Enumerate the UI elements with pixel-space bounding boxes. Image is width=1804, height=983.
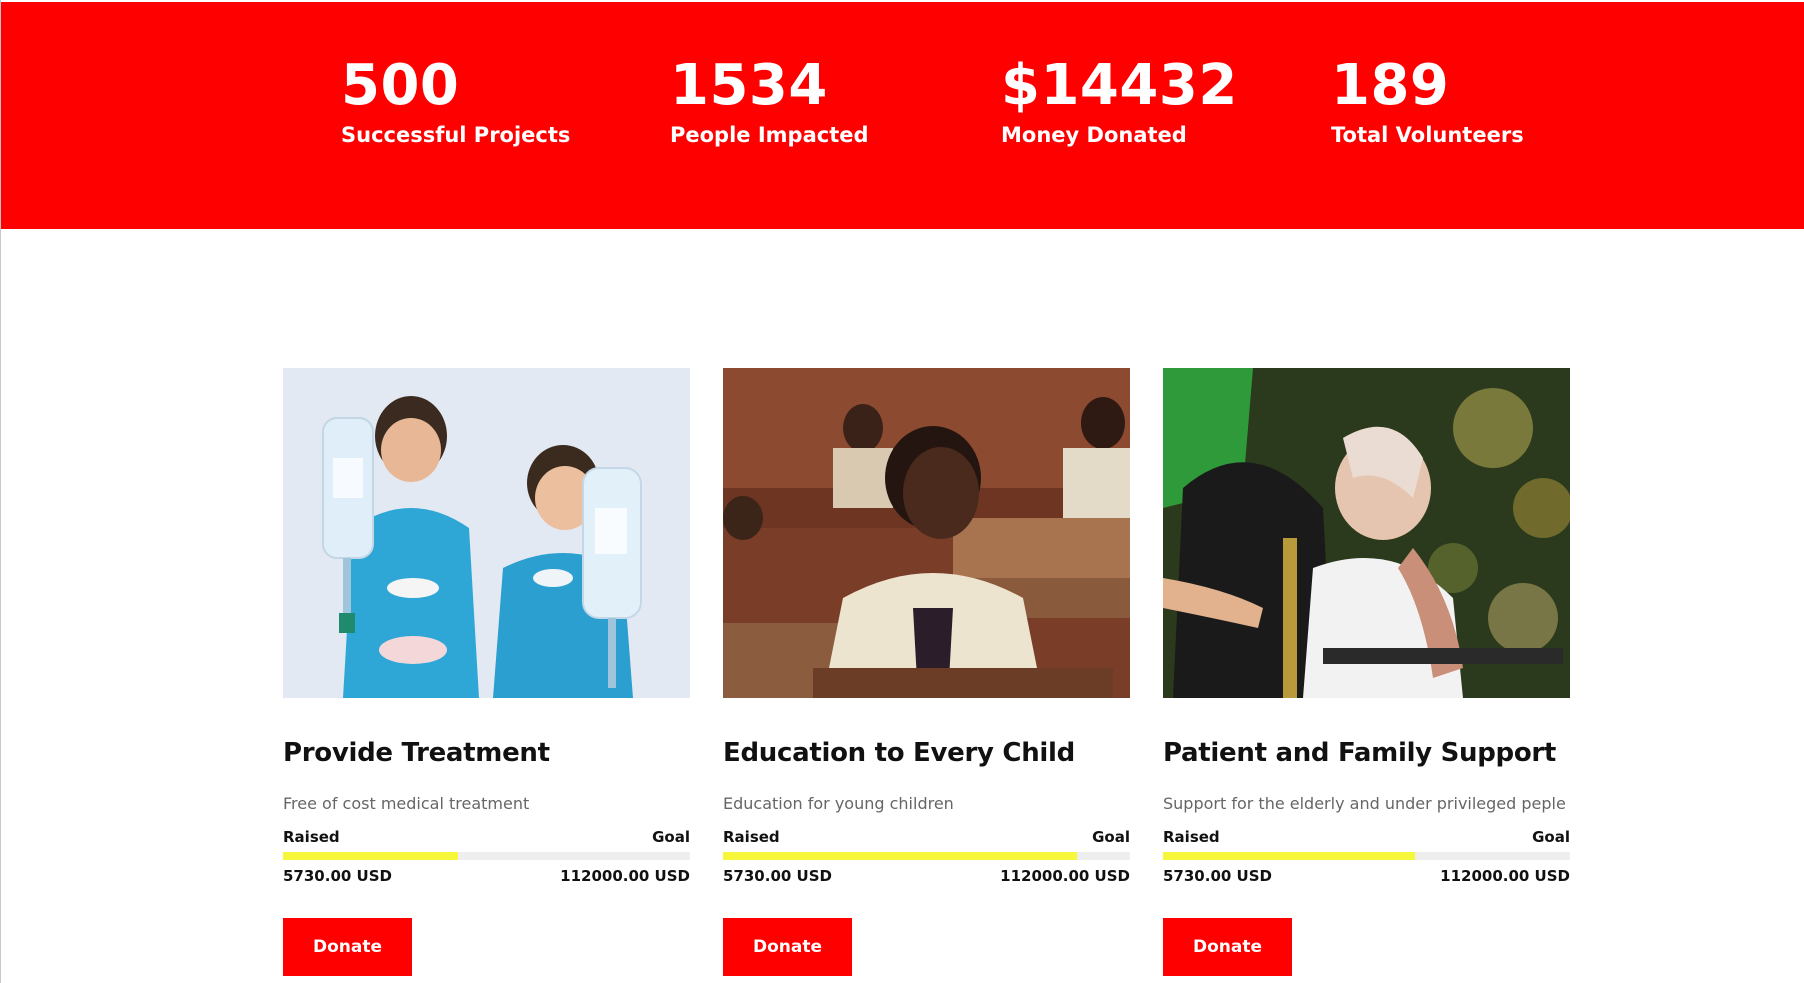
children-iv-bags-photo[interactable]: [283, 368, 690, 698]
cause-description: Education for young children: [723, 794, 954, 813]
stats-banner: 500 Successful Projects 1534 People Impa…: [1, 2, 1804, 229]
stat-total-volunteers: 189 Total Volunteers: [1331, 52, 1524, 149]
goal-label: Goal: [652, 828, 690, 846]
stat-label: People Impacted: [670, 123, 869, 147]
raised-amount: 5730.00 USD: [1163, 867, 1272, 885]
cause-title[interactable]: Education to Every Child: [723, 736, 1075, 770]
stat-label: Total Volunteers: [1331, 123, 1524, 147]
cause-description: Free of cost medical treatment: [283, 794, 530, 813]
stat-label: Money Donated: [1001, 123, 1187, 147]
cause-card-patient-support: Patient and Family Support Support for t…: [1163, 368, 1570, 976]
progress-fill: [723, 852, 1078, 860]
elderly-wheelchair-photo[interactable]: [1163, 368, 1570, 698]
stat-label: Successful Projects: [341, 123, 571, 147]
donation-progress-bar: [1163, 852, 1570, 860]
stat-value: 1534: [670, 53, 828, 118]
donation-progress-bar: [283, 852, 690, 860]
donate-button[interactable]: Donate: [723, 918, 852, 976]
goal-label: Goal: [1092, 828, 1130, 846]
donate-button[interactable]: Donate: [283, 918, 412, 976]
stat-value: 189: [1331, 53, 1450, 118]
goal-amount: 112000.00 USD: [560, 867, 690, 885]
cause-card-education: Education to Every Child Education for y…: [723, 368, 1130, 976]
cause-title[interactable]: Provide Treatment: [283, 736, 550, 770]
classroom-student-photo[interactable]: [723, 368, 1130, 698]
donation-progress-bar: [723, 852, 1130, 860]
donate-button[interactable]: Donate: [1163, 918, 1292, 976]
goal-amount: 112000.00 USD: [1440, 867, 1570, 885]
cause-description: Support for the elderly and under privil…: [1163, 794, 1566, 813]
raised-amount: 5730.00 USD: [723, 867, 832, 885]
stat-successful-projects: 500 Successful Projects: [341, 52, 570, 149]
progress-fill: [1163, 852, 1416, 860]
goal-amount: 112000.00 USD: [1000, 867, 1130, 885]
goal-label: Goal: [1532, 828, 1570, 846]
raised-label: Raised: [1163, 828, 1220, 846]
stat-value: $14432: [1001, 53, 1238, 118]
cause-title[interactable]: Patient and Family Support: [1163, 736, 1556, 770]
stat-money-donated: $14432 Money Donated: [1001, 52, 1238, 149]
cause-card-provide-treatment: Provide Treatment Free of cost medical t…: [283, 368, 690, 976]
raised-amount: 5730.00 USD: [283, 867, 392, 885]
stat-people-impacted: 1534 People Impacted: [670, 52, 869, 149]
stat-value: 500: [341, 53, 460, 118]
raised-label: Raised: [283, 828, 340, 846]
raised-label: Raised: [723, 828, 780, 846]
progress-fill: [283, 852, 458, 860]
